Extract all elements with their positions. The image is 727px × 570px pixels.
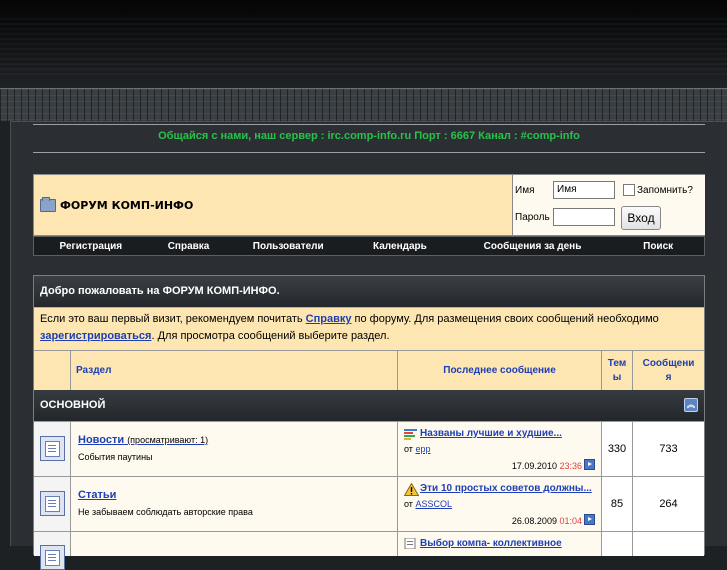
decorative-strip bbox=[0, 88, 727, 121]
last-post-cell: Эти 10 простых советов должны... от ASSC… bbox=[398, 476, 602, 531]
by-label: от bbox=[404, 444, 413, 454]
forum-status-cell bbox=[34, 531, 71, 570]
forum-link-news[interactable]: Новости (просматривают: 1) bbox=[78, 434, 208, 446]
col-forum[interactable]: Раздел bbox=[71, 350, 398, 390]
forum-description: Не забываем соблюдать авторские права bbox=[78, 507, 253, 517]
forum-description: События паутины bbox=[78, 452, 153, 462]
forum-name: Новости bbox=[78, 434, 125, 446]
post-count bbox=[633, 531, 704, 556]
last-post-title[interactable]: Названы лучшие и худшие... bbox=[420, 428, 562, 439]
nav-bar: Регистрация Справка Пользователи Календа… bbox=[33, 236, 705, 256]
last-post-author[interactable]: epp bbox=[415, 444, 430, 454]
col-threads[interactable]: Тем ы bbox=[602, 350, 633, 390]
col-posts[interactable]: Сообщени я bbox=[633, 350, 704, 390]
register-link[interactable]: зарегистрироваться bbox=[40, 330, 151, 342]
welcome-text: Если это ваш первый визит, рекомендуем п… bbox=[34, 307, 704, 350]
forum-status-icon bbox=[40, 491, 65, 516]
welcome-text-part: по форуму. Для размещения своих сообщени… bbox=[351, 313, 659, 325]
nav-calendar[interactable]: Календарь bbox=[347, 241, 453, 252]
forum-cell bbox=[71, 531, 398, 556]
forum-home-icon bbox=[40, 197, 56, 212]
col-threads-text: ы bbox=[612, 371, 622, 383]
forum-viewing: (просматривают: 1) bbox=[127, 435, 209, 445]
nav-help[interactable]: Справка bbox=[148, 241, 230, 252]
forum-title[interactable]: ФОРУМ КОМП-ИНФО bbox=[40, 197, 194, 212]
forum-cell: Статьи Не забываем соблюдать авторские п… bbox=[71, 476, 398, 531]
col-posts-text: Сообщени bbox=[642, 357, 695, 369]
category-name[interactable]: ОСНОВНОЙ bbox=[40, 399, 105, 411]
last-post-hour: 01:04 bbox=[559, 516, 582, 526]
last-post-by: от epp bbox=[404, 444, 430, 454]
forum-status-icon bbox=[40, 436, 65, 461]
thread-count: 85 bbox=[602, 476, 633, 531]
main-panel: Общайся с нами, наш сервер : irc.comp-in… bbox=[10, 121, 727, 570]
col-icon bbox=[34, 350, 71, 390]
username-label: Имя bbox=[515, 185, 535, 196]
document-icon bbox=[404, 538, 416, 549]
goto-last-post-icon[interactable] bbox=[584, 459, 595, 470]
thread-count: 330 bbox=[602, 421, 633, 476]
last-post-cell: Выбор компа- коллективное bbox=[398, 531, 602, 556]
nav-members[interactable]: Пользователи bbox=[229, 241, 347, 252]
goto-last-post-icon[interactable] bbox=[584, 514, 595, 525]
last-post-by: от ASSCOL bbox=[404, 499, 452, 509]
welcome-text-part: . Для просмотра сообщений выберите разде… bbox=[151, 330, 390, 342]
last-post-cell: Названы лучшие и худшие... от epp 17.09.… bbox=[398, 421, 602, 476]
forum-link-articles[interactable]: Статьи bbox=[78, 489, 116, 501]
welcome-text-part: Если это ваш первый визит, рекомендуем п… bbox=[40, 313, 306, 325]
help-link[interactable]: Справку bbox=[306, 313, 352, 325]
chart-icon bbox=[404, 429, 417, 440]
last-post-author[interactable]: ASSCOL bbox=[415, 499, 452, 509]
nav-search[interactable]: Поиск bbox=[612, 241, 704, 252]
forum-status-icon bbox=[40, 545, 65, 570]
top-banner bbox=[0, 0, 727, 88]
welcome-title: Добро пожаловать на ФОРУМ КОМП-ИНФО. bbox=[34, 276, 704, 307]
last-post-hour: 23:36 bbox=[559, 461, 582, 471]
forum-header: ФОРУМ КОМП-ИНФО Имя Имя Запомнить? Парол… bbox=[33, 174, 705, 236]
by-label: от bbox=[404, 499, 413, 509]
remember-label: Запомнить? bbox=[637, 185, 693, 196]
category-row: ОСНОВНОЙ ︽ bbox=[34, 390, 704, 421]
login-form: Имя Имя Запомнить? Пароль Вход bbox=[512, 175, 705, 235]
last-post-date: 26.08.2009 bbox=[511, 516, 557, 526]
nav-register[interactable]: Регистрация bbox=[34, 241, 148, 252]
col-threads-text: Тем bbox=[607, 357, 627, 369]
password-label: Пароль bbox=[515, 212, 550, 223]
last-post-title[interactable]: Выбор компа- коллективное bbox=[420, 538, 562, 549]
remember-checkbox[interactable] bbox=[623, 184, 635, 196]
last-post-date: 17.09.2010 bbox=[511, 461, 557, 471]
divider bbox=[33, 124, 705, 125]
last-post-time: 26.08.2009 01:04 bbox=[512, 514, 595, 526]
forum-cell: Новости (просматривают: 1) События паути… bbox=[71, 421, 398, 476]
login-button[interactable]: Вход bbox=[621, 206, 661, 230]
password-field[interactable] bbox=[553, 208, 615, 226]
thread-count bbox=[602, 531, 633, 556]
forum-table: Добро пожаловать на ФОРУМ КОМП-ИНФО. Есл… bbox=[33, 275, 705, 570]
divider bbox=[33, 152, 705, 153]
post-count: 264 bbox=[633, 476, 704, 531]
forum-status-cell bbox=[34, 476, 71, 531]
collapse-icon[interactable]: ︽ bbox=[684, 398, 698, 412]
username-field[interactable]: Имя bbox=[553, 181, 615, 199]
irc-notice: Общайся с нами, наш сервер : irc.comp-in… bbox=[158, 130, 580, 142]
col-last-post[interactable]: Последнее сообщение bbox=[398, 350, 602, 390]
post-count: 733 bbox=[633, 421, 704, 476]
forum-title-text: ФОРУМ КОМП-ИНФО bbox=[60, 199, 194, 212]
nav-todays-posts[interactable]: Сообщения за день bbox=[453, 241, 613, 252]
warning-icon bbox=[404, 483, 419, 496]
forum-status-cell bbox=[34, 421, 71, 476]
last-post-time: 17.09.2010 23:36 bbox=[512, 459, 595, 471]
last-post-title[interactable]: Эти 10 простых советов должны... bbox=[420, 483, 592, 494]
col-posts-text: я bbox=[665, 371, 672, 383]
